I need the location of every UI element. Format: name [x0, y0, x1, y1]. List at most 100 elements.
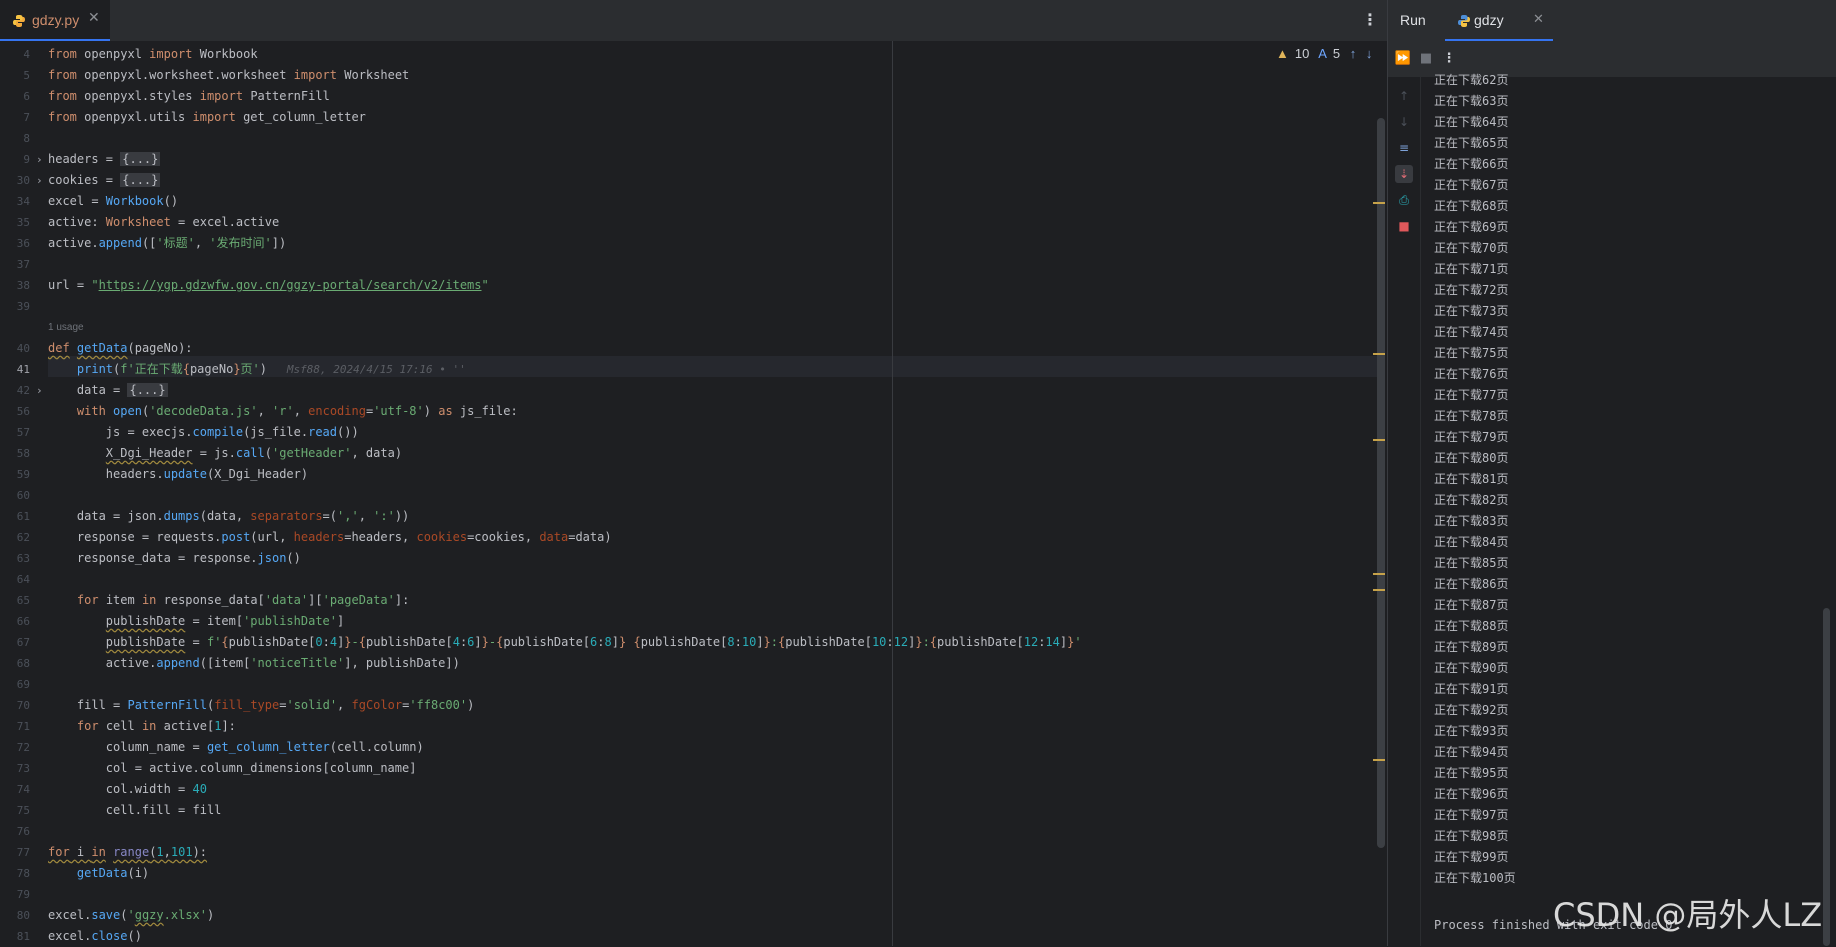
scroll-down-icon[interactable]: ↓: [1395, 113, 1413, 131]
code-token: }: [915, 635, 923, 649]
code-token: )): [394, 509, 410, 523]
code-line[interactable]: url = "https://ygp.gdzwfw.gov.cn/ggzy-po…: [48, 275, 489, 296]
trash-icon[interactable]: ■: [1395, 217, 1413, 235]
code-token: Worksheet: [337, 68, 410, 82]
more-vertical-icon[interactable]: ⋮: [1440, 50, 1458, 68]
code-line[interactable]: excel = Workbook(): [48, 191, 178, 212]
code-line[interactable]: publishDate = f'{publishDate[0:4]}-{publ…: [48, 632, 1082, 653]
soft-wrap-icon[interactable]: ≡: [1395, 139, 1413, 157]
console-line: 正在下载75页: [1434, 346, 1509, 360]
close-icon[interactable]: ✕: [1533, 12, 1544, 27]
code-line[interactable]: response = requests.post(url, headers=he…: [48, 527, 612, 548]
code-token: ': [127, 908, 135, 922]
stop-icon[interactable]: ■: [1417, 50, 1435, 68]
code-line[interactable]: getData(i): [48, 863, 149, 884]
line-number: 81: [16, 930, 30, 943]
code-line[interactable]: col = active.column_dimensions[column_na…: [48, 758, 417, 779]
console-line: 正在下载86页: [1434, 577, 1509, 591]
code-line[interactable]: active.append([item['noticeTitle'], publ…: [48, 653, 460, 674]
code-token: }: [763, 635, 771, 649]
console-output[interactable]: Process finished with exit code 0 正在下载62…: [1434, 73, 1824, 946]
code-line[interactable]: fill = PatternFill(fill_type='solid', fg…: [48, 695, 474, 716]
code-token: {: [929, 635, 938, 649]
line-number: 5: [23, 69, 30, 82]
code-line[interactable]: from openpyxl.utils import get_column_le…: [48, 107, 366, 128]
code-line[interactable]: active.append(['标题', '发布时间']): [48, 233, 286, 254]
code-line[interactable]: cookies = {...}: [48, 170, 161, 191]
warning-marker[interactable]: [1373, 439, 1385, 441]
code-line[interactable]: for i in range(1,101):: [48, 842, 207, 863]
git-blame-annotation[interactable]: Msf88, 2024/4/15 17:16 • '': [267, 363, 466, 376]
console-line: 正在下载94页: [1434, 745, 1509, 759]
code-line[interactable]: from openpyxl.worksheet.worksheet import…: [48, 65, 409, 86]
code-token: getData: [76, 866, 128, 880]
code-line[interactable]: for cell in active[1]:: [48, 716, 236, 737]
code-line[interactable]: data = {...}: [48, 380, 168, 401]
code-line[interactable]: X_Dgi_Header = js.call('getHeader', data…: [48, 443, 402, 464]
code-line[interactable]: column_name = get_column_letter(cell.col…: [48, 737, 424, 758]
code-area[interactable]: from openpyxl import Workbook from openpy…: [48, 41, 1378, 946]
code-token: = item[: [185, 614, 244, 628]
code-line[interactable]: from openpyxl import Workbook: [48, 44, 258, 65]
code-token: openpyxl.worksheet.worksheet: [76, 68, 294, 82]
editor-scrollbar[interactable]: [1377, 118, 1385, 848]
warning-marker[interactable]: [1373, 202, 1385, 204]
code-token: ][: [308, 593, 323, 607]
code-line[interactable]: publishDate = item['publishDate']: [48, 611, 344, 632]
rerun-icon[interactable]: ⏩: [1394, 50, 1412, 68]
line-number: 73: [16, 762, 30, 775]
code-line[interactable]: from openpyxl.styles import PatternFill: [48, 86, 330, 107]
code-line[interactable]: with open('decodeData.js', 'r', encoding…: [48, 401, 518, 422]
line-number: 57: [16, 426, 30, 439]
line-number: 40: [16, 342, 30, 355]
code-line[interactable]: response_data = response.json(): [48, 548, 301, 569]
code-line[interactable]: def getData(pageNo):: [48, 338, 193, 359]
print-icon[interactable]: ⎙: [1395, 191, 1413, 209]
scroll-to-end-icon[interactable]: ⇣: [1395, 165, 1413, 183]
line-number: 71: [16, 720, 30, 733]
code-token: Workbook: [192, 47, 258, 61]
more-vertical-icon[interactable]: ⋮: [1362, 10, 1378, 29]
code-token: get_column_letter: [206, 740, 330, 754]
code-token: (: [264, 446, 272, 460]
editor-pane[interactable]: gdzy.py ✕ ⋮ 4 5 6 7 8 9 › 30 › 34 35 36 37 38 39 40 41 42…: [0, 0, 1387, 946]
code-line[interactable]: active: Worksheet = excel.active: [48, 212, 279, 233]
tab-gdzy-py[interactable]: gdzy.py ✕: [0, 0, 110, 41]
code-line[interactable]: for item in response_data['data']['pageD…: [48, 590, 409, 611]
scroll-up-icon[interactable]: ↑: [1395, 87, 1413, 105]
console-line: 正在下载73页: [1434, 304, 1509, 318]
fold-chevron-icon[interactable]: ›: [36, 149, 46, 170]
code-token: ": [481, 278, 489, 292]
run-tab-gdzy[interactable]: gdzy ✕: [1445, 0, 1553, 41]
code-token: ',': [337, 509, 359, 523]
code-line[interactable]: cell.fill = fill: [48, 800, 222, 821]
code-token: data = json.: [48, 509, 164, 523]
code-line[interactable]: headers.update(X_Dgi_Header): [48, 464, 308, 485]
fold-chevron-icon[interactable]: ›: [36, 170, 46, 191]
code-line[interactable]: excel.close(): [48, 926, 142, 947]
warning-marker[interactable]: [1373, 353, 1385, 355]
code-line[interactable]: print(f'正在下载{pageNo}页') Msf88, 2024/4/15…: [48, 359, 466, 380]
code-token: in: [91, 845, 106, 859]
code-line[interactable]: headers = {...}: [48, 149, 161, 170]
warning-marker[interactable]: [1373, 589, 1385, 591]
code-line[interactable]: js = execjs.compile(js_file.read()): [48, 422, 359, 443]
close-icon[interactable]: ✕: [88, 10, 100, 26]
run-tool-window[interactable]: Run gdzy ✕ ⏩ ■ ⋮ ↑ ↓ ≡ ⇣ ⎙ ■ Process fin…: [1387, 0, 1836, 946]
code-token: {...}: [120, 152, 161, 166]
code-line[interactable]: excel.save('ggzy.xlsx'): [48, 905, 214, 926]
code-token: = excel.active: [170, 215, 280, 229]
code-line[interactable]: data = json.dumps(data, separators=(',',…: [48, 506, 409, 527]
console-scrollbar[interactable]: [1823, 608, 1830, 946]
code-token: = js.: [192, 446, 236, 460]
fold-chevron-icon[interactable]: ›: [36, 380, 46, 401]
code-token: ([item[: [199, 656, 251, 670]
code-token: :: [886, 635, 894, 649]
code-token: fgColor: [351, 698, 403, 712]
warning-marker[interactable]: [1373, 759, 1385, 761]
code-token: active.: [48, 656, 157, 670]
warning-marker[interactable]: [1373, 573, 1385, 575]
usage-hint[interactable]: 1 usage: [48, 317, 84, 338]
code-line[interactable]: col.width = 40: [48, 779, 207, 800]
